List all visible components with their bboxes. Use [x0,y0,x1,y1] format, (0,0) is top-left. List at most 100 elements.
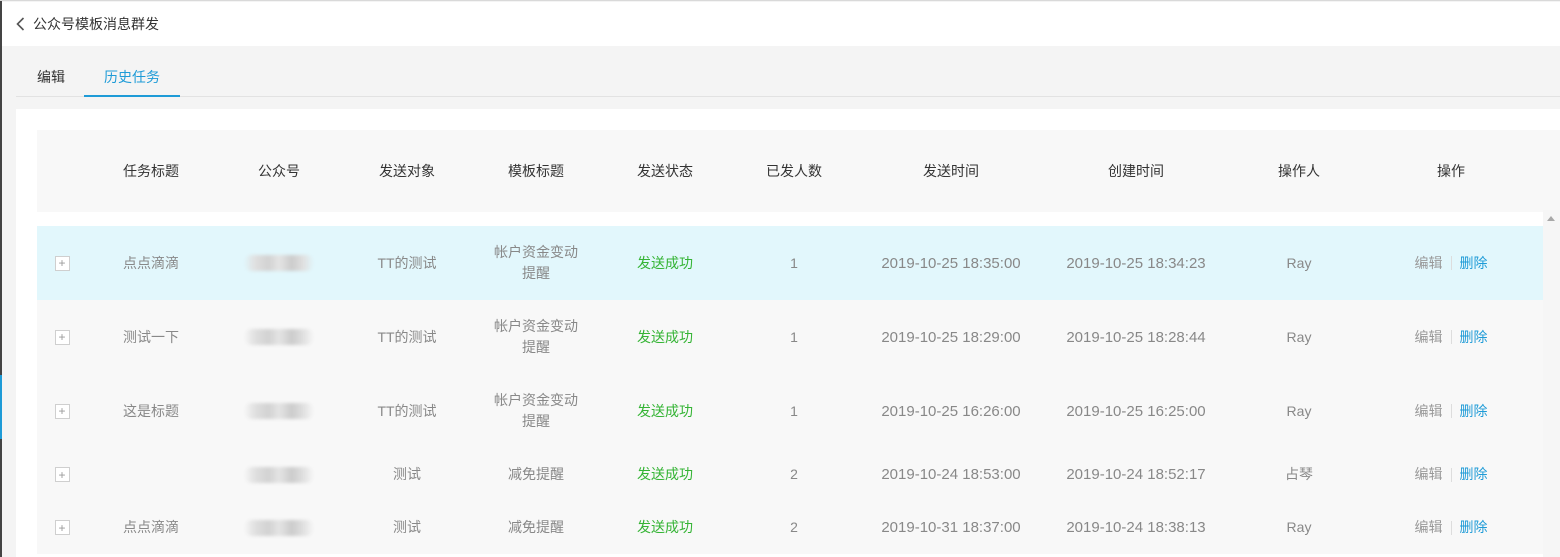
action-divider [1450,256,1452,270]
cell-template: 帐户资金变动 提醒 [494,244,578,281]
cell-sent-count: 1 [790,254,798,271]
cell-target: TT的测试 [377,402,437,419]
cell-task-title: 这是标题 [123,402,179,419]
expand-row-button[interactable]: + [54,520,70,535]
row-delete-link[interactable]: 删除 [1460,253,1488,274]
column-header-send-time: 发送时间 [923,163,979,179]
redacted-account-blur [244,255,314,271]
cell-status: 发送成功 [637,254,693,271]
cell-status: 发送成功 [637,402,693,419]
cell-template: 减免提醒 [508,519,564,535]
app-frame: 公众号模板消息群发 编辑 历史任务 任务标题 公众号 发送对象 模板标题 发送状… [0,0,1560,557]
cell-template: 减免提醒 [508,466,564,482]
page-title: 公众号模板消息群发 [33,16,159,32]
cell-template: 帐户资金变动 提醒 [494,392,578,429]
cell-send-time: 2019-10-25 18:29:00 [881,328,1021,346]
cell-send-time: 2019-10-24 18:53:00 [881,466,1021,483]
cell-operator: Ray [1286,402,1312,419]
column-header-target: 发送对象 [379,163,435,179]
row-delete-link[interactable]: 删除 [1460,327,1488,348]
row-edit-link[interactable]: 编辑 [1415,327,1443,348]
table-row[interactable]: + 测试一下 TT的测试 帐户资金变动 提醒 发送成功 1 2019-10-25 … [37,300,1543,374]
table-header: 任务标题 公众号 发送对象 模板标题 发送状态 已发人数 发送时间 创建时间 操… [37,130,1560,212]
cell-actions: 编辑 删除 [1397,374,1505,448]
cell-actions: 编辑 删除 [1397,501,1505,554]
cell-account-redacted [237,374,321,448]
cell-task-title: 点点滴滴 [123,519,179,535]
cell-sent-count: 1 [790,402,798,419]
cell-account-redacted [237,501,321,554]
scroll-up-arrow-icon[interactable] [1547,216,1555,221]
history-table: 任务标题 公众号 发送对象 模板标题 发送状态 已发人数 发送时间 创建时间 操… [37,130,1560,554]
cell-create-time: 2019-10-25 16:25:00 [1066,402,1206,420]
table-row[interactable]: + 测试 减免提醒 发送成功 2 2019-10-24 18:53:00 201… [37,448,1543,501]
expand-row-button[interactable]: + [54,329,70,345]
action-divider [1450,520,1452,535]
cell-task-title: 点点滴滴 [123,254,179,271]
redacted-account-blur [244,466,314,483]
cell-send-time: 2019-10-25 16:26:00 [881,402,1021,420]
cell-account-redacted [237,448,321,501]
chevron-left-icon[interactable] [16,16,26,32]
column-header-status: 发送状态 [637,163,693,179]
cell-target: 测试 [393,466,421,482]
vertical-scrollbar[interactable] [1543,210,1560,557]
cell-sent-count: 2 [790,519,798,535]
cell-actions: 编辑 删除 [1397,448,1505,501]
table-row[interactable]: + 点点滴滴 TT的测试 帐户资金变动 提醒 发送成功 1 2019-10-25 … [37,226,1543,300]
row-edit-link[interactable]: 编辑 [1415,517,1443,538]
cell-target: TT的测试 [377,254,437,271]
action-divider [1450,330,1452,344]
redacted-account-blur [244,519,314,536]
action-divider [1450,467,1452,482]
cell-create-time: 2019-10-25 18:34:23 [1066,254,1206,272]
cell-send-time: 2019-10-25 18:35:00 [881,254,1021,272]
table-row[interactable]: + 点点滴滴 测试 减免提醒 发送成功 2 2019-10-31 18:37:0… [37,501,1543,554]
cell-create-time: 2019-10-24 18:38:13 [1066,519,1206,536]
column-header-template: 模板标题 [508,163,564,179]
table-body: + 点点滴滴 TT的测试 帐户资金变动 提醒 发送成功 1 2019-10-25 … [37,226,1543,554]
expand-row-button[interactable]: + [54,467,70,482]
column-header-operator: 操作人 [1278,163,1320,179]
column-header-actions: 操作 [1437,163,1465,179]
left-edge-strip [0,1,2,557]
content-panel: 任务标题 公众号 发送对象 模板标题 发送状态 已发人数 发送时间 创建时间 操… [16,109,1560,557]
action-divider [1450,404,1452,418]
cell-target: 测试 [393,519,421,535]
row-edit-link[interactable]: 编辑 [1415,464,1443,485]
expand-row-button[interactable]: + [54,403,70,419]
cell-sent-count: 1 [790,328,798,345]
cell-operator: Ray [1286,254,1312,271]
column-header-task-title: 任务标题 [123,163,179,179]
row-delete-link[interactable]: 删除 [1460,517,1488,538]
cell-operator: Ray [1286,519,1312,535]
column-header-account: 公众号 [258,163,300,179]
tab-history[interactable]: 历史任务 [84,59,180,97]
row-edit-link[interactable]: 编辑 [1415,253,1443,274]
tab-bar: 编辑 历史任务 [16,59,1560,97]
row-delete-link[interactable]: 删除 [1460,464,1488,485]
cell-operator: Ray [1286,328,1312,345]
cell-create-time: 2019-10-24 18:52:17 [1066,466,1206,483]
cell-status: 发送成功 [637,328,693,345]
cell-account-redacted [237,300,321,374]
cell-send-time: 2019-10-31 18:37:00 [881,519,1021,536]
row-delete-link[interactable]: 删除 [1460,401,1488,422]
table-row[interactable]: + 这是标题 TT的测试 帐户资金变动 提醒 发送成功 1 2019-10-25 … [37,374,1543,448]
cell-actions: 编辑 删除 [1397,300,1505,374]
left-edge-accent [0,375,2,439]
cell-create-time: 2019-10-25 18:28:44 [1066,328,1206,346]
tab-edit[interactable]: 编辑 [36,59,66,95]
cell-target: TT的测试 [377,328,437,345]
cell-account-redacted [237,226,321,300]
row-edit-link[interactable]: 编辑 [1415,401,1443,422]
redacted-account-blur [244,403,314,419]
column-header-create-time: 创建时间 [1108,163,1164,179]
column-header-sent-count: 已发人数 [766,163,822,179]
cell-actions: 编辑 删除 [1397,226,1505,300]
cell-template: 帐户资金变动 提醒 [494,318,578,355]
expand-row-button[interactable]: + [54,255,70,271]
cell-status: 发送成功 [637,519,693,535]
cell-task-title [109,448,193,501]
cell-sent-count: 2 [790,466,798,482]
